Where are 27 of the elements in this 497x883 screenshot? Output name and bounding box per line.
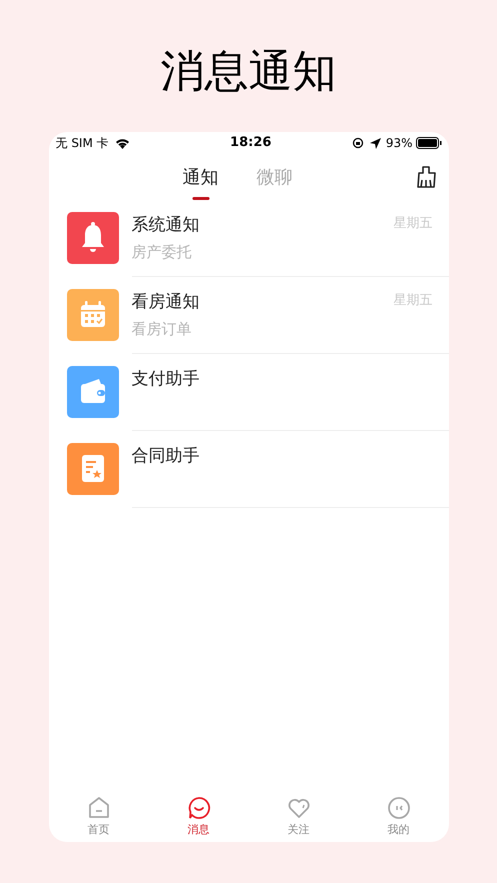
message-title: 系统通知 <box>132 214 200 236</box>
battery-icon <box>416 137 442 149</box>
location-icon <box>370 138 381 148</box>
rotation-lock-icon <box>352 137 364 149</box>
wifi-icon <box>114 138 130 148</box>
page-title: 消息通知 <box>160 45 336 99</box>
home-icon <box>86 796 110 820</box>
nav-tab[interactable]: 关注 <box>248 794 348 842</box>
message-title: 支付助手 <box>132 368 200 390</box>
face-icon <box>386 796 410 820</box>
nav-tab[interactable]: 我的 <box>348 794 448 842</box>
broom-icon[interactable] <box>414 166 436 188</box>
message-row[interactable]: 合同助手 <box>48 431 448 508</box>
nav-tab[interactable]: 首页 <box>48 794 148 842</box>
message-row[interactable]: 支付助手 <box>48 354 448 431</box>
clock-time: 18:26 <box>230 134 272 152</box>
carrier-text: 无 SIM 卡 <box>56 135 109 152</box>
tab[interactable]: 通知 <box>182 154 218 200</box>
nav-tab[interactable]: 消息 <box>148 794 248 842</box>
message-title: 合同助手 <box>132 445 200 467</box>
message-preview: 看房订单 <box>132 319 192 339</box>
message-title: 看房通知 <box>132 291 200 313</box>
heart-icon <box>286 796 310 820</box>
tab-underline <box>192 197 209 200</box>
message-preview: 房产委托 <box>132 242 192 262</box>
battery-percentage: 93% <box>386 135 412 152</box>
chat-bubble-icon <box>186 796 210 820</box>
